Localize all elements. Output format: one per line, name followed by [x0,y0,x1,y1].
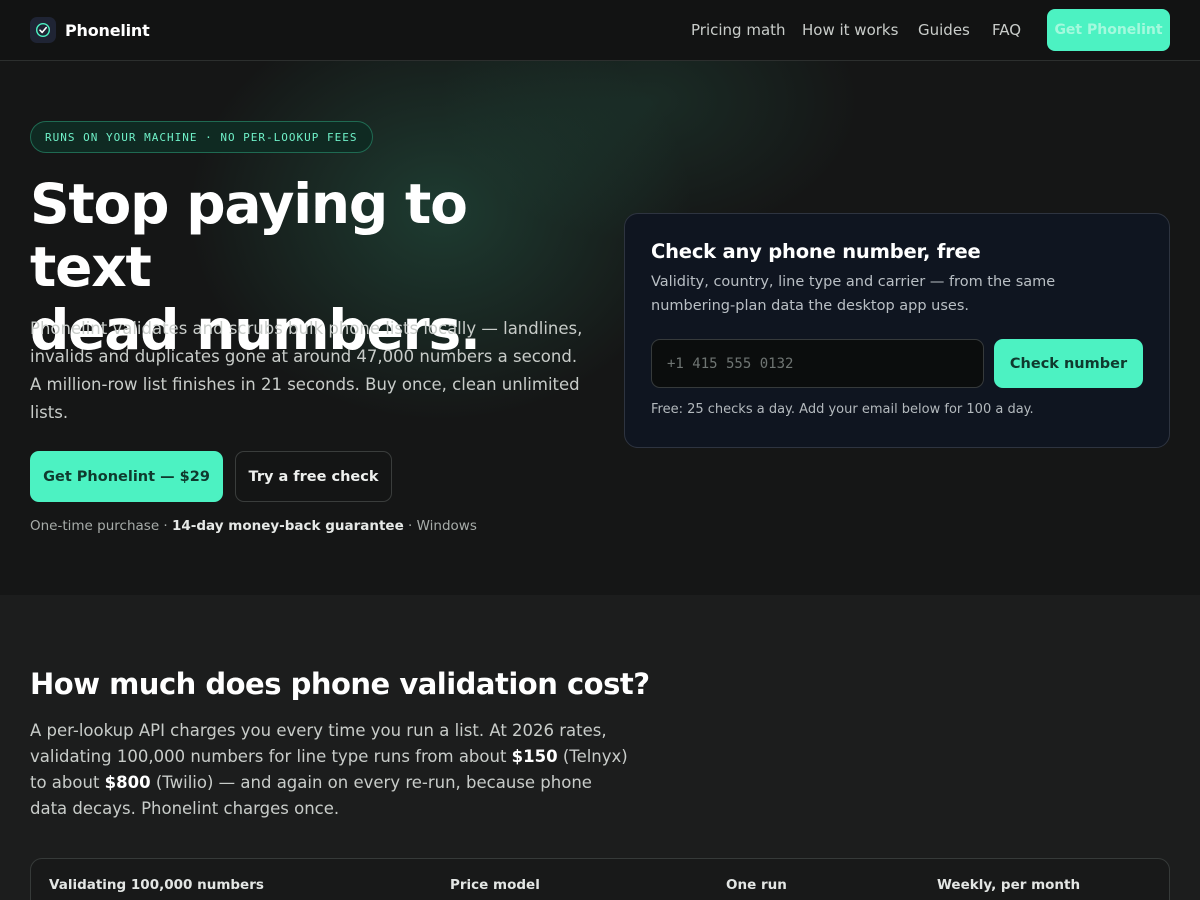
nav-link-how-it-works[interactable]: How it works [802,20,898,40]
free-check-description: Validity, country, line type and carrier… [651,274,1056,314]
phonelint-logo-icon [30,17,56,43]
nav-link-guides[interactable]: Guides [918,20,970,40]
fineprint-platform: · Windows [403,518,477,534]
nav-get-phonelint-button[interactable]: Get Phonelint [1047,9,1170,51]
purchase-fineprint: One-time purchase · 14-day money-back gu… [30,518,477,534]
cost-heading: How much does phone validation cost? [30,667,650,701]
hero-badge: RUNS ON YOUR MACHINE · NO PER-LOOKUP FEE… [30,121,373,153]
brand[interactable]: Phonelint [30,17,150,43]
cost-description: A per-lookup API charges you every time … [30,718,630,822]
free-check-limit-note: Free: 25 checks a day. Add your email be… [651,402,1034,417]
table-header-price-model: Price model [450,877,540,893]
hero-section: RUNS ON YOUR MACHINE · NO PER-LOOKUP FEE… [0,61,1200,595]
table-header-weekly: Weekly, per month [937,877,1081,893]
fineprint-guarantee: 14-day money-back guarantee [172,518,404,534]
table-header-validating: Validating 100,000 numbers [49,877,264,893]
get-phonelint-button[interactable]: Get Phonelint — $29 [30,451,223,502]
cost-section: How much does phone validation cost? A p… [0,595,1200,900]
cost-twilio-price: $800 [104,773,151,792]
try-free-check-button[interactable]: Try a free check [235,451,392,502]
table-header-one-run: One run [726,877,787,893]
free-check-card: Check any phone number, free Validity, c… [624,213,1170,448]
nav-link-faq[interactable]: FAQ [992,20,1021,40]
free-check-title: Check any phone number, free [651,240,981,263]
fineprint-one-time: One-time purchase · [30,518,172,534]
hero-description: Phonelint validates and scrubs bulk phon… [30,319,583,422]
cost-telnyx-price: $150 [511,747,558,766]
check-number-button[interactable]: Check number [994,339,1143,388]
phone-number-input[interactable] [651,339,984,388]
top-nav: Phonelint Pricing math How it works Guid… [0,0,1200,61]
nav-link-pricing-math[interactable]: Pricing math [691,20,786,40]
brand-name: Phonelint [65,20,150,40]
hero-title-line-1: Stop paying to text [30,172,468,299]
cost-table: Validating 100,000 numbers Price model O… [30,858,1170,900]
